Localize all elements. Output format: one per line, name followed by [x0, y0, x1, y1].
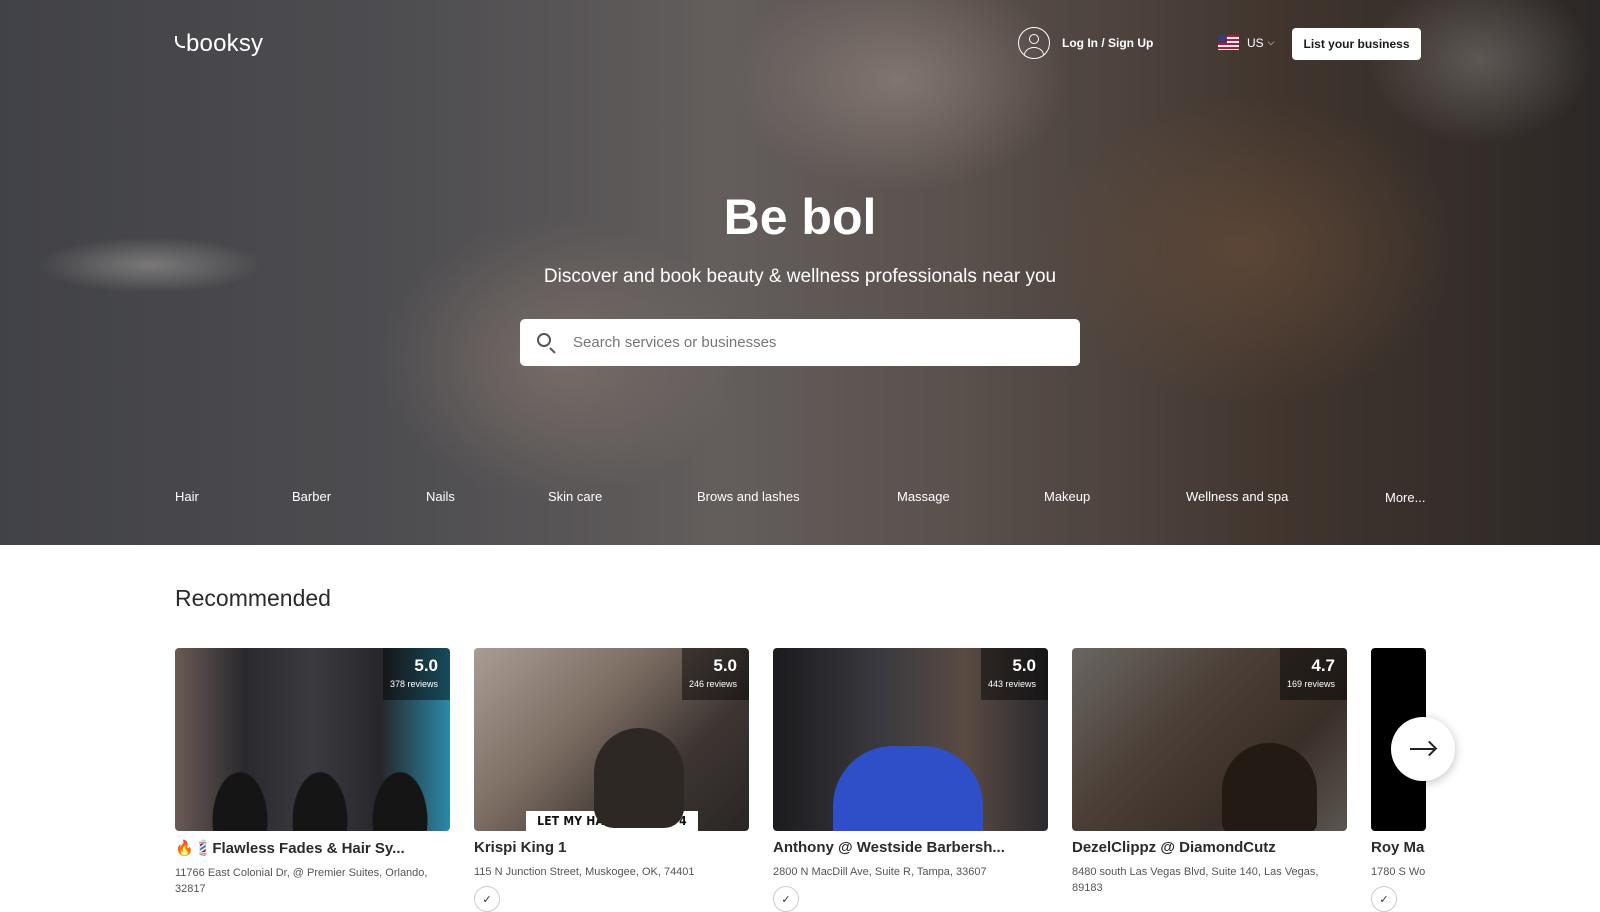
category-nav: Hair Barber Nails Skin care Brows and la…: [0, 489, 1600, 509]
carousel-next-button[interactable]: [1391, 717, 1455, 781]
category-hair[interactable]: Hair: [175, 489, 199, 504]
login-label: Log In / Sign Up: [1062, 36, 1154, 50]
business-photo[interactable]: 5.0 378 reviews: [175, 648, 450, 831]
business-name[interactable]: Roy Ma: [1371, 839, 1426, 856]
review-count: 169 reviews: [1286, 679, 1335, 689]
business-card[interactable]: 5.0 443 reviews Anthony @ Westside Barbe…: [773, 648, 1048, 912]
business-address: 2800 N MacDill Ave, Suite R, Tampa, 3360…: [773, 866, 987, 878]
rating-badge: 5.0 246 reviews: [682, 648, 749, 700]
logo-swoosh-icon: [175, 36, 185, 48]
arrow-right-icon: [1410, 740, 1438, 757]
rating-score: 5.0: [414, 656, 438, 675]
search-bar[interactable]: [520, 319, 1080, 366]
business-address: 1780 S Wo: [1371, 866, 1426, 878]
category-barber[interactable]: Barber: [292, 489, 331, 504]
category-skin-care[interactable]: Skin care: [548, 489, 602, 504]
search-input[interactable]: [573, 334, 1053, 351]
business-card[interactable]: 5.0 246 reviews LET MY HANDS SPEAK 4 ME …: [474, 648, 749, 912]
hero-banner: booksy Log In / Sign Up US ⌵ List your b…: [0, 0, 1600, 545]
logo-text: booksy: [186, 30, 264, 57]
review-count: 443 reviews: [987, 679, 1036, 689]
rating-score: 4.7: [1311, 656, 1335, 675]
rating-badge: 4.7 169 reviews: [1280, 648, 1347, 700]
locale-label: US: [1247, 35, 1264, 50]
rating-score: 5.0: [713, 656, 737, 675]
business-name[interactable]: 🔥💈Flawless Fades & Hair Sy...: [175, 839, 450, 857]
business-name[interactable]: DezelClippz @ DiamondCutz: [1072, 839, 1347, 856]
business-address: 8480 south Las Vegas Blvd, Suite 140, La…: [1072, 866, 1319, 894]
category-more[interactable]: More...: [1385, 490, 1425, 505]
category-brows-and-lashes[interactable]: Brows and lashes: [697, 489, 800, 504]
review-count: 378 reviews: [389, 679, 438, 689]
business-address: 11766 East Colonial Dr, @ Premier Suites…: [175, 867, 428, 895]
badge-icon: ✓: [773, 886, 799, 912]
booksy-logo[interactable]: booksy: [175, 30, 263, 58]
list-your-business-button[interactable]: List your business: [1292, 28, 1421, 60]
rating-badge: 5.0 378 reviews: [383, 648, 450, 700]
business-card[interactable]: 5.0 378 reviews 🔥💈Flawless Fades & Hair …: [175, 648, 450, 897]
business-address: 115 N Junction Street, Muskogee, OK, 744…: [474, 866, 695, 878]
locale-selector[interactable]: US ⌵: [1218, 35, 1275, 50]
us-flag-icon: [1218, 35, 1239, 50]
business-photo[interactable]: 5.0 443 reviews: [773, 648, 1048, 831]
business-name[interactable]: Anthony @ Westside Barbersh...: [773, 839, 1048, 856]
photo-caption: LET MY HANDS SPEAK 4 ME: [526, 811, 698, 831]
login-signup-link[interactable]: Log In / Sign Up: [1018, 27, 1153, 59]
badge-icon: ✓: [474, 886, 500, 912]
category-wellness-and-spa[interactable]: Wellness and spa: [1186, 489, 1288, 504]
recommended-heading: Recommended: [175, 585, 331, 611]
hero-subtitle: Discover and book beauty & wellness prof…: [543, 266, 1057, 287]
business-name[interactable]: Krispi King 1: [474, 839, 749, 856]
business-photo[interactable]: 5.0 246 reviews LET MY HANDS SPEAK 4 ME: [474, 648, 749, 831]
badge-icon: ✓: [1371, 886, 1397, 912]
category-makeup[interactable]: Makeup: [1044, 489, 1090, 504]
chevron-down-icon: ⌵: [1267, 37, 1275, 47]
review-count: 246 reviews: [688, 679, 737, 689]
category-nails[interactable]: Nails: [426, 489, 455, 504]
rating-badge: 5.0 443 reviews: [981, 648, 1048, 700]
rating-score: 5.0: [1012, 656, 1036, 675]
business-card[interactable]: 4.7 169 reviews DezelClippz @ DiamondCut…: [1072, 648, 1347, 896]
category-massage[interactable]: Massage: [897, 489, 950, 504]
search-icon: [535, 331, 559, 355]
business-photo[interactable]: 4.7 169 reviews: [1072, 648, 1347, 831]
hero-title: Be bol: [723, 189, 877, 245]
user-icon: [1018, 27, 1050, 59]
